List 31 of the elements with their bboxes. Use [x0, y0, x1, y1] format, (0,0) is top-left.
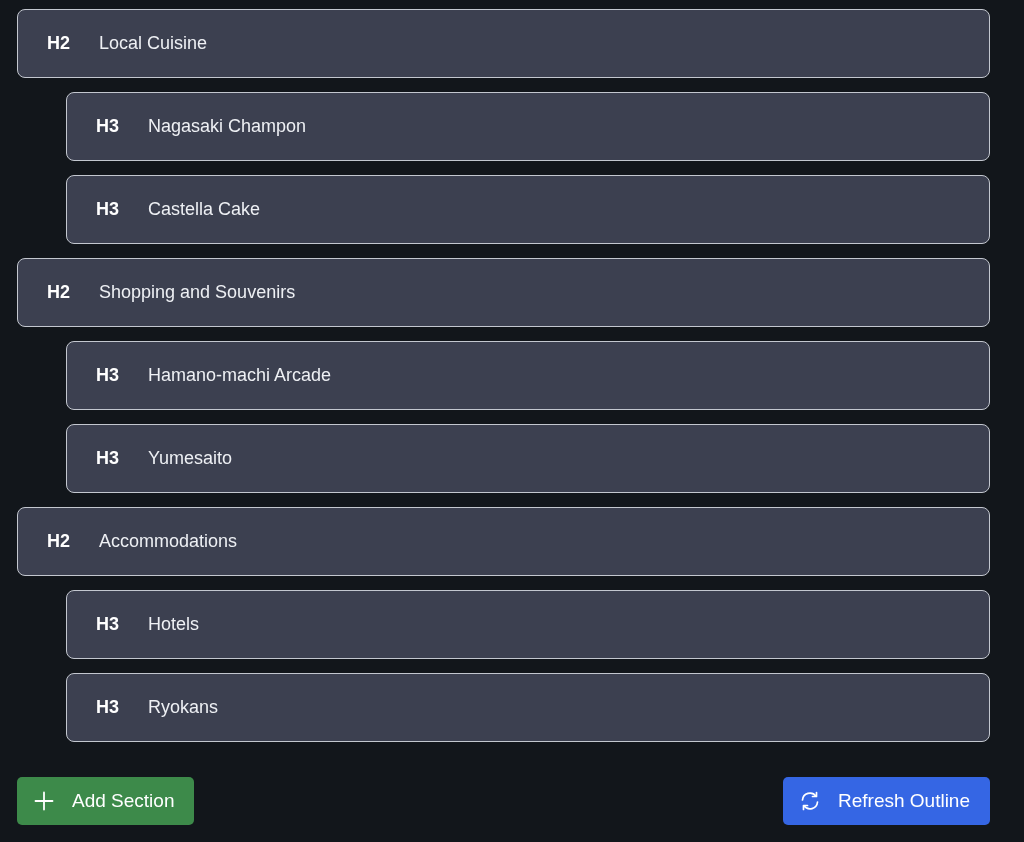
outline-heading-item[interactable]: H3 Ryokans: [66, 673, 990, 742]
heading-title: Hamano-machi Arcade: [148, 365, 332, 386]
heading-level-label: H2: [47, 531, 71, 552]
outline-heading-item[interactable]: H2 Shopping and Souvenirs: [17, 258, 990, 327]
heading-title: Hotels: [148, 614, 200, 635]
heading-title: Accommodations: [99, 531, 238, 552]
outline-heading-item[interactable]: H3 Nagasaki Champon: [66, 92, 990, 161]
outline-heading-item[interactable]: H3 Yumesaito: [66, 424, 990, 493]
outline-heading-item[interactable]: H3 Hotels: [66, 590, 990, 659]
heading-title: Nagasaki Champon: [148, 116, 307, 137]
add-section-button[interactable]: Add Section: [17, 777, 195, 825]
heading-level-label: H3: [96, 199, 120, 220]
heading-title: Castella Cake: [148, 199, 261, 220]
heading-level-label: H3: [96, 697, 120, 718]
refresh-outline-button[interactable]: Refresh Outline: [783, 777, 990, 825]
heading-level-label: H2: [47, 33, 71, 54]
heading-level-label: H3: [96, 365, 120, 386]
plus-icon: [34, 791, 54, 811]
outline-heading-item[interactable]: H3 Hamano-machi Arcade: [66, 341, 990, 410]
heading-title: Shopping and Souvenirs: [99, 282, 296, 303]
refresh-icon: [800, 791, 820, 811]
outline-heading-item[interactable]: H2 Local Cuisine: [17, 9, 990, 78]
outline-heading-item[interactable]: H3 Castella Cake: [66, 175, 990, 244]
heading-level-label: H3: [96, 116, 120, 137]
heading-level-label: H3: [96, 448, 120, 469]
heading-title: Yumesaito: [148, 448, 233, 469]
outline-heading-item[interactable]: H2 Accommodations: [17, 507, 990, 576]
heading-title: Ryokans: [148, 697, 219, 718]
heading-level-label: H3: [96, 614, 120, 635]
heading-level-label: H2: [47, 282, 71, 303]
heading-title: Local Cuisine: [99, 33, 208, 54]
